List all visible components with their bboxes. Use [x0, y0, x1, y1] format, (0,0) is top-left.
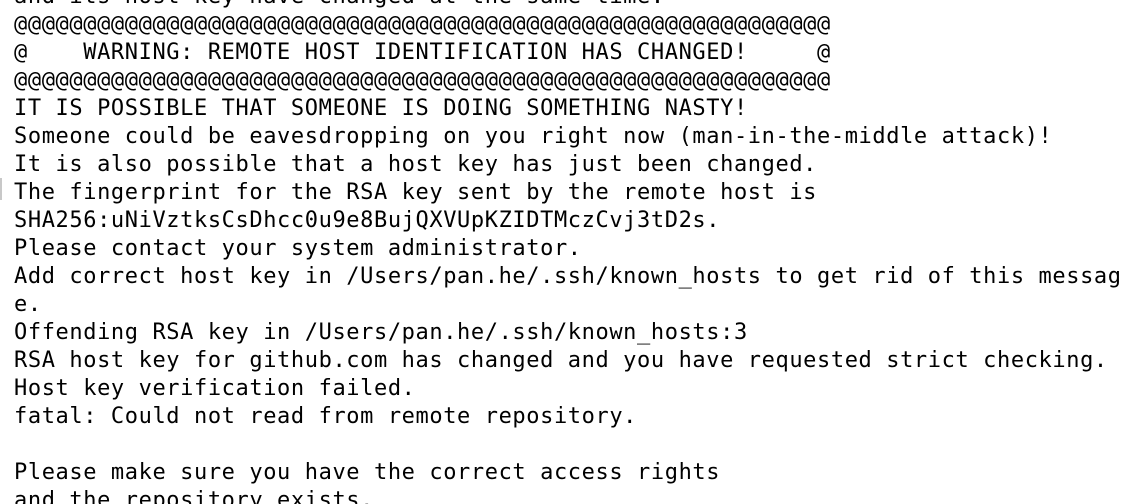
- warning-banner-top: @@@@@@@@@@@@@@@@@@@@@@@@@@@@@@@@@@@@@@@@…: [14, 12, 831, 37]
- fingerprint-line: SHA256:uNiVztksCsDhcc0u9e8BujQXVUpKZIDTM…: [14, 208, 721, 233]
- terminal-line: It is also possible that a host key has …: [14, 152, 818, 177]
- selection-marker: [0, 178, 2, 200]
- terminal-line: Host key verification failed.: [14, 376, 416, 401]
- warning-banner-bottom: @@@@@@@@@@@@@@@@@@@@@@@@@@@@@@@@@@@@@@@@…: [14, 68, 831, 93]
- terminal-line: and the repository exists.: [14, 488, 374, 504]
- terminal-line: The fingerprint for the RSA key sent by …: [14, 180, 818, 205]
- terminal-line: Offending RSA key in /Users/pan.he/.ssh/…: [14, 320, 748, 345]
- terminal-line: Add correct host key in /Users/pan.he/.s…: [14, 264, 1122, 289]
- warning-banner-title: @ WARNING: REMOTE HOST IDENTIFICATION HA…: [14, 40, 831, 65]
- terminal-line: e.: [14, 292, 42, 317]
- terminal-line: IT IS POSSIBLE THAT SOMEONE IS DOING SOM…: [14, 96, 748, 121]
- terminal-line: Please make sure you have the correct ac…: [14, 460, 721, 485]
- terminal-line: RSA host key for github.com has changed …: [14, 348, 1108, 373]
- terminal-output: and its host key have changed at the sam…: [14, 0, 1122, 504]
- terminal-line: and its host key have changed at the sam…: [14, 0, 1122, 11]
- terminal-window[interactable]: and its host key have changed at the sam…: [0, 0, 1138, 504]
- terminal-line: Please contact your system administrator…: [14, 236, 582, 261]
- error-line: fatal: Could not read from remote reposi…: [14, 404, 638, 429]
- terminal-line: Someone could be eavesdropping on you ri…: [14, 124, 1053, 149]
